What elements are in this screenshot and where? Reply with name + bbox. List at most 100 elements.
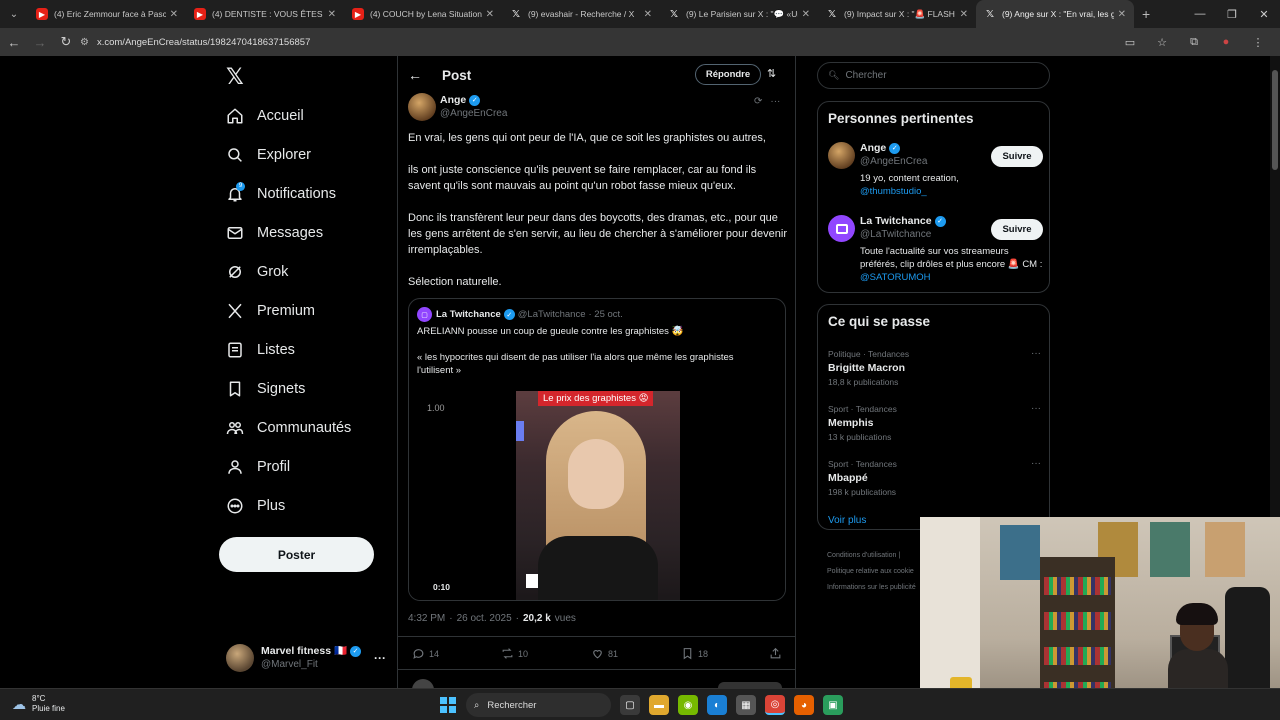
scrollbar-thumb[interactable] [1272, 70, 1278, 170]
close-tab-icon[interactable]: ✕ [328, 9, 336, 20]
nav-item-plus[interactable]: Plus [220, 486, 390, 525]
trend-category: Sport · Tendances [828, 459, 897, 469]
back-icon[interactable]: ← [2, 35, 26, 50]
bio-link[interactable]: @thumbstudio_ [860, 185, 1045, 198]
avatar[interactable] [828, 215, 855, 242]
more-dots-icon[interactable]: ··· [1031, 402, 1041, 416]
tab-title: (4) DENTISTE : VOUS ÊTES SALE [212, 9, 324, 19]
post-author[interactable]: Ange ✓ @AngeEnCrea [408, 93, 507, 121]
search-input[interactable]: 🔍︎ Chercher [817, 62, 1050, 89]
video-player[interactable]: 1.00 Le prix des graphistes 😡 0:10 [409, 389, 785, 600]
minimize-icon[interactable]: — [1184, 8, 1216, 20]
person-item[interactable]: La Twitchance ✓ @LaTwitchance Suivre Tout… [828, 215, 1043, 284]
nav-item-profil[interactable]: Profil [220, 447, 390, 486]
nav-item-messages[interactable]: Messages [220, 213, 390, 252]
reply-action[interactable]: 14 [412, 647, 439, 660]
close-tab-icon[interactable]: ✕ [1118, 9, 1126, 20]
x-logo-icon[interactable]: 𝕏 [226, 66, 248, 88]
more-dots-icon[interactable]: ··· [1031, 457, 1041, 471]
sliders-icon[interactable]: ⇅ [767, 67, 776, 80]
quoted-post[interactable]: ▢ La Twitchance ✓ @LaTwitchance · 25 oct… [408, 298, 786, 601]
footer-link[interactable]: Informations sur les publicité [827, 580, 916, 596]
tab-search-chevron-icon[interactable]: ⌄ [0, 0, 28, 28]
see-more-link[interactable]: Voir plus [828, 515, 866, 526]
avatar[interactable] [828, 142, 855, 169]
browser-tab[interactable]: 𝕏 (9) Le Parisien sur X : "💬 «Un d ✕ [660, 0, 818, 28]
maximize-icon[interactable]: ❐ [1216, 8, 1248, 21]
weather-widget[interactable]: ☁ 8°C Pluie fine [12, 694, 65, 714]
address-bar[interactable]: ⚙ x.com/AngeEnCrea/status/19824704186371… [80, 31, 1130, 53]
more-dots-icon[interactable]: ··· [770, 96, 780, 107]
person-name[interactable]: La Twitchance [860, 215, 932, 228]
nav-item-communautes[interactable]: Communautés [220, 408, 390, 447]
footer-link[interactable]: Conditions d'utilisation | [827, 548, 916, 564]
browser-tab[interactable]: ▶ (4) DENTISTE : VOUS ÊTES SALE ✕ [186, 0, 344, 28]
trend-item[interactable]: Sport · Tendances Mbappé 198 k publication… [828, 457, 1043, 499]
close-tab-icon[interactable]: ✕ [170, 9, 178, 20]
follow-button[interactable]: Suivre [991, 146, 1043, 167]
menu-dots-icon[interactable]: ⋮ [1242, 36, 1274, 49]
nav-item-premium[interactable]: Premium [220, 291, 390, 330]
account-switcher[interactable]: Marvel fitness 🇫🇷 ✓ @Marvel_Fit ··· [226, 642, 386, 674]
footer-link[interactable]: Politique relative aux cookie [827, 564, 916, 580]
task-view-icon[interactable]: ▢ [620, 695, 640, 715]
person-item[interactable]: Ange ✓ @AngeEnCrea Suivre 19 yo, content … [828, 142, 1043, 198]
repost-action[interactable]: 10 [501, 647, 528, 660]
nav-item-signets[interactable]: Signets [220, 369, 390, 408]
more-dots-icon[interactable]: ··· [1031, 347, 1041, 361]
reply-button[interactable]: Répondre [695, 64, 761, 85]
site-info-icon[interactable]: ⚙ [80, 37, 89, 48]
trend-item[interactable]: Sport · Tendances Memphis 13 k publication… [828, 402, 1043, 444]
close-window-icon[interactable]: ✕ [1248, 8, 1280, 21]
store-icon[interactable]: ▦ [736, 695, 756, 715]
nav-item-accueil[interactable]: Accueil [220, 96, 390, 135]
more-dots-icon[interactable]: ··· [374, 651, 386, 665]
share-action[interactable] [769, 647, 782, 660]
browser-tab[interactable]: ▶ (4) COUCH by Lena Situations ✕ [344, 0, 502, 28]
browser-tab[interactable]: 𝕏 (9) Impact sur X : "🚨 FLASH TO ✕ [818, 0, 976, 28]
bio-link[interactable]: @SATORUMOH [860, 272, 931, 283]
nav-item-notifications[interactable]: 9 Notifications [220, 174, 390, 213]
edge-icon[interactable]: ◐ [707, 695, 727, 715]
cast-icon[interactable]: ▭ [1114, 36, 1146, 49]
cloud-rain-icon: ☁ [12, 695, 26, 712]
nav-item-listes[interactable]: Listes [220, 330, 390, 369]
browser-tab[interactable]: 𝕏 (9) evashair - Recherche / X ✕ [502, 0, 660, 28]
back-arrow-icon[interactable]: ← [408, 67, 422, 83]
trend-item[interactable]: Politique · Tendances Brigitte Macron 18,8… [828, 347, 1043, 389]
bookmark-star-icon[interactable]: ☆ [1146, 36, 1178, 49]
file-explorer-icon[interactable]: ▬ [649, 695, 669, 715]
close-tab-icon[interactable]: ✕ [802, 9, 810, 20]
author-name[interactable]: Ange [440, 94, 466, 107]
bookmark-action[interactable]: 18 [681, 647, 708, 660]
follow-button[interactable]: Suivre [991, 219, 1043, 240]
video-frame[interactable]: Le prix des graphistes 😡 [516, 391, 680, 600]
avatar[interactable] [408, 93, 436, 121]
chrome-icon[interactable]: ◎ [765, 695, 785, 715]
profile-icon[interactable]: ● [1210, 36, 1242, 48]
browser-tab[interactable]: 𝕏 (9) Ange sur X : "En vrai, les gen ✕ [976, 0, 1134, 28]
close-tab-icon[interactable]: ✕ [960, 9, 968, 20]
nav-item-grok[interactable]: Grok [220, 252, 390, 291]
taskbar-search[interactable]: ⌕ Rechercher [466, 693, 611, 717]
like-action[interactable]: 81 [591, 647, 618, 660]
extensions-icon[interactable]: ⧉ [1178, 36, 1210, 49]
reload-icon[interactable]: ↻ [54, 34, 78, 50]
windows-start-icon[interactable] [440, 697, 456, 713]
repost-icon [502, 648, 513, 659]
new-tab-button[interactable]: + [1142, 6, 1150, 22]
person-name[interactable]: Ange [860, 142, 886, 155]
post-button[interactable]: Poster [219, 537, 374, 572]
close-tab-icon[interactable]: ✕ [644, 9, 652, 20]
search-icon: ⌕ [474, 699, 480, 711]
firefox-icon[interactable]: ◕ [794, 695, 814, 715]
grok-icon[interactable]: ⟳ [754, 96, 762, 107]
playback-rate[interactable]: 1.00 [427, 403, 445, 413]
browser-tab[interactable]: ▶ (4) Eric Zemmour face à Pascal ✕ [28, 0, 186, 28]
account-handle: @Marvel_Fit [261, 659, 318, 670]
nav-item-explorer[interactable]: Explorer [220, 135, 390, 174]
forward-icon[interactable]: → [28, 35, 52, 50]
nvidia-icon[interactable]: ◉ [678, 695, 698, 715]
close-tab-icon[interactable]: ✕ [486, 9, 494, 20]
app-icon[interactable]: ▣ [823, 695, 843, 715]
